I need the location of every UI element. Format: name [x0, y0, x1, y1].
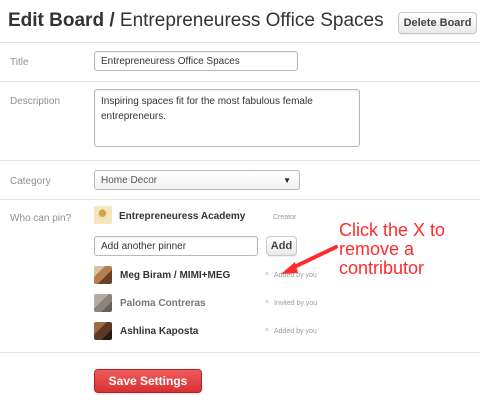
header-divider — [0, 42, 480, 43]
description-divider — [0, 160, 480, 161]
board-name: Entrepreneuress Office Spaces — [119, 10, 384, 31]
pinner-name: Paloma Contreras — [120, 298, 206, 309]
category-select[interactable]: Home Decor ▼ — [94, 170, 300, 190]
owner-role: Creator — [273, 214, 297, 221]
category-value: Home Decor — [101, 175, 158, 186]
close-icon[interactable]: × — [265, 299, 271, 306]
pinner-status: Invited by you — [274, 300, 318, 307]
description-label: Description — [10, 96, 61, 107]
title-label: Title — [10, 57, 29, 68]
add-pinner-button[interactable]: Add — [266, 236, 297, 256]
pinner-name: Ashlina Kaposta — [120, 326, 199, 337]
pinner-status: Added by you — [274, 328, 317, 335]
avatar — [94, 294, 112, 312]
description-textarea[interactable]: Inspiring spaces fit for the most fabulo… — [94, 89, 360, 147]
footer-divider — [0, 352, 480, 353]
avatar — [94, 322, 112, 340]
edit-board-page: Edit Board / Entrepreneuress Office Spac… — [0, 0, 480, 406]
delete-board-button[interactable]: Delete Board — [398, 12, 477, 34]
add-pinner-input[interactable]: Add another pinner — [94, 236, 258, 256]
category-label: Category — [10, 176, 51, 187]
title-input[interactable]: Entrepreneuress Office Spaces — [94, 51, 298, 71]
annotation-text: Click the X to remove a contributor — [339, 220, 446, 278]
page-header: Edit Board / Entrepreneuress Office Spac… — [0, 0, 480, 42]
owner-row: Entrepreneuress Academy Creator — [94, 206, 354, 226]
title-divider — [0, 81, 480, 82]
page-title: Edit Board / Entrepreneuress Office Spac… — [8, 10, 384, 32]
chevron-down-icon: ▼ — [283, 176, 291, 185]
category-divider — [0, 199, 480, 200]
owner-name: Entrepreneuress Academy — [119, 211, 246, 222]
page-title-prefix: Edit Board / — [8, 10, 115, 31]
close-icon[interactable]: × — [265, 271, 271, 278]
pinner-status: Added by you — [274, 272, 317, 279]
who-can-pin-label: Who can pin? — [10, 213, 72, 224]
avatar — [94, 266, 112, 284]
save-settings-button[interactable]: Save Settings — [94, 369, 202, 393]
pinner-name: Meg Biram / MIMI+MEG — [120, 270, 231, 281]
close-icon[interactable]: × — [265, 327, 271, 334]
avatar — [94, 206, 112, 224]
